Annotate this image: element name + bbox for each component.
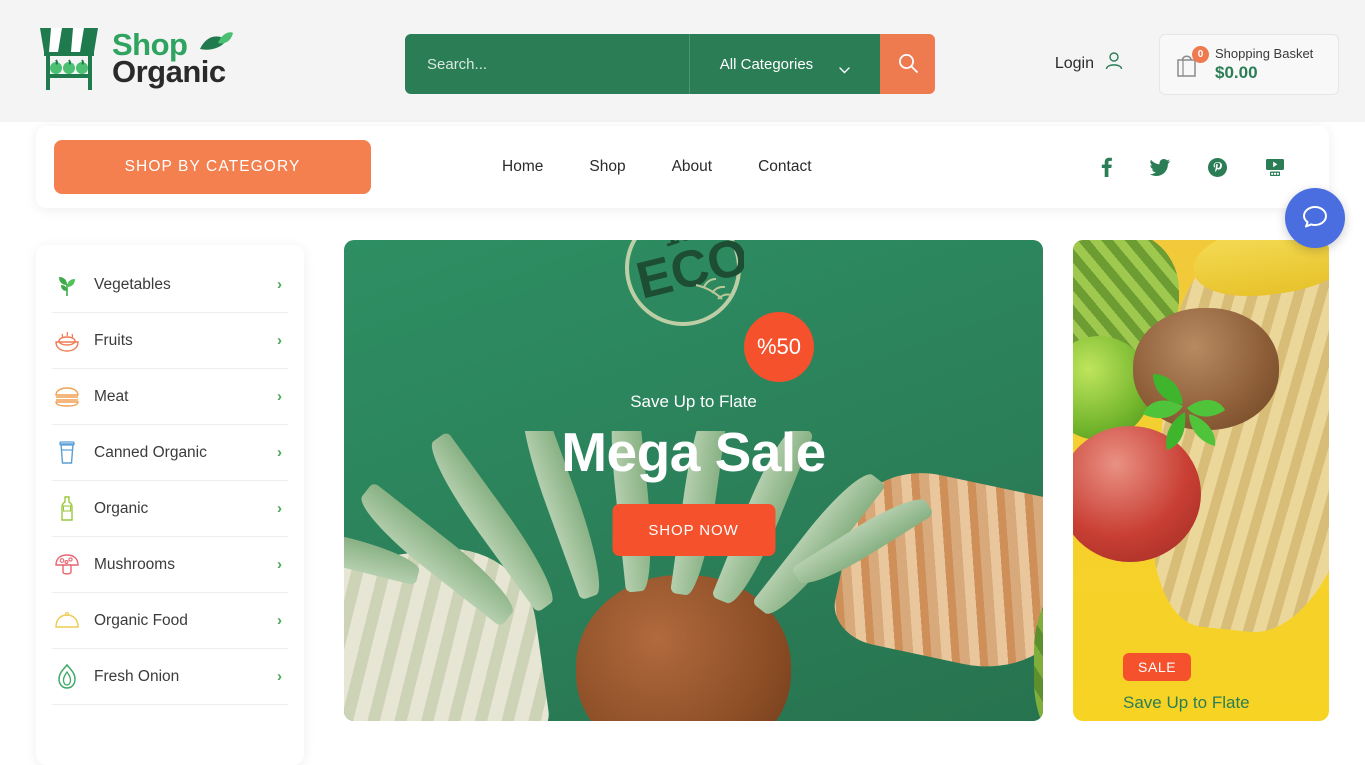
chevron-right-icon: › — [277, 500, 282, 517]
mushroom-icon — [52, 553, 82, 577]
category-label: Canned Organic — [94, 443, 207, 461]
shopping-basket-button[interactable]: 0 Shopping Basket $0.00 — [1159, 34, 1339, 95]
chevron-right-icon: › — [277, 556, 282, 573]
shop-stall-logo-icon — [36, 22, 102, 94]
category-label: Organic — [94, 499, 149, 517]
site-logo[interactable]: Shop Organic — [36, 22, 234, 94]
hero-title: Mega Sale — [561, 421, 826, 483]
shop-by-category-button[interactable]: SHOP BY CATEGORY — [54, 140, 371, 194]
mint-leaves-shape — [1125, 356, 1245, 452]
hero-banner[interactable]: 100% ECO %50 Save Up to Flate Mega Sale … — [344, 240, 1043, 721]
chevron-right-icon: › — [277, 444, 282, 461]
category-item-meat[interactable]: Meat › — [52, 369, 288, 425]
category-item-organic[interactable]: Organic › — [52, 481, 288, 537]
pinterest-icon[interactable] — [1208, 157, 1227, 177]
flame-icon — [52, 663, 82, 690]
youtube-icon[interactable] — [1265, 157, 1285, 177]
chat-bubble-icon — [1301, 203, 1329, 234]
cloche-icon — [52, 611, 82, 630]
user-icon — [1103, 50, 1125, 77]
nav-links: Home Shop About Contact — [502, 158, 812, 176]
search-button[interactable] — [880, 34, 935, 94]
side-promo-banner[interactable]: SALE Save Up to Flate — [1073, 240, 1329, 721]
category-select[interactable]: All Categories — [690, 34, 880, 94]
nav-item-home[interactable]: Home — [502, 158, 543, 176]
basket-total: $0.00 — [1215, 63, 1258, 82]
category-item-canned-organic[interactable]: Canned Organic › — [52, 425, 288, 481]
category-label: Mushrooms — [94, 555, 175, 573]
category-item-fresh-onion[interactable]: Fresh Onion › — [52, 649, 288, 705]
category-label: Vegetables — [94, 275, 171, 293]
facebook-icon[interactable] — [1101, 157, 1112, 177]
category-item-fruits[interactable]: Fruits › — [52, 313, 288, 369]
basket-icon-wrap: 0 — [1175, 45, 1209, 79]
can-icon — [52, 440, 82, 465]
chat-widget-button[interactable] — [1285, 188, 1345, 248]
search-bar: All Categories — [405, 34, 935, 94]
category-label: Fresh Onion — [94, 667, 180, 685]
bottle-icon — [52, 495, 82, 522]
chevron-right-icon: › — [277, 332, 282, 349]
nav-item-shop[interactable]: Shop — [589, 158, 625, 176]
category-item-mushrooms[interactable]: Mushrooms › — [52, 537, 288, 593]
site-header: Shop Organic All Categories — [0, 0, 1365, 122]
category-sidebar: Vegetables › Fruits › Meat › Canned Orga… — [36, 245, 304, 765]
chevron-right-icon: › — [277, 612, 282, 629]
shopping-bag-icon — [1175, 55, 1202, 83]
bowl-icon — [52, 330, 82, 352]
category-item-organic-food[interactable]: Organic Food › — [52, 593, 288, 649]
category-label: Organic Food — [94, 611, 188, 629]
burger-icon — [52, 386, 82, 407]
leaf-icon — [52, 273, 82, 297]
side-banner-subtitle: Save Up to Flate — [1123, 693, 1250, 712]
chevron-right-icon: › — [277, 668, 282, 685]
search-input[interactable] — [405, 34, 689, 94]
search-icon — [897, 52, 919, 77]
chevron-right-icon: › — [277, 276, 282, 293]
sale-badge: SALE — [1123, 653, 1192, 681]
category-label: Meat — [94, 387, 129, 405]
login-label: Login — [1054, 54, 1094, 72]
chevron-right-icon: › — [277, 388, 282, 405]
category-item-vegetables[interactable]: Vegetables › — [52, 257, 288, 313]
twitter-icon[interactable] — [1150, 157, 1170, 177]
eco-stamp-badge: 100% ECO — [622, 240, 754, 329]
social-links — [1101, 157, 1285, 177]
discount-badge: %50 — [744, 312, 814, 382]
login-link[interactable]: Login — [1055, 50, 1125, 77]
shop-now-button[interactable]: SHOP NOW — [612, 504, 775, 556]
chevron-down-icon — [839, 61, 850, 73]
side-banner-photo — [1073, 240, 1329, 640]
basket-count-badge: 0 — [1192, 45, 1209, 63]
logo-text-organic: Organic — [112, 54, 226, 89]
nav-item-contact[interactable]: Contact — [758, 158, 811, 176]
category-select-value: All Categories — [719, 55, 814, 73]
hero-subtitle: Save Up to Flate — [630, 392, 757, 411]
nav-item-about[interactable]: About — [672, 158, 713, 176]
basket-label: Shopping Basket — [1215, 46, 1314, 61]
main-navbar: SHOP BY CATEGORY Home Shop About Contact — [36, 126, 1329, 208]
category-label: Fruits — [94, 331, 133, 349]
